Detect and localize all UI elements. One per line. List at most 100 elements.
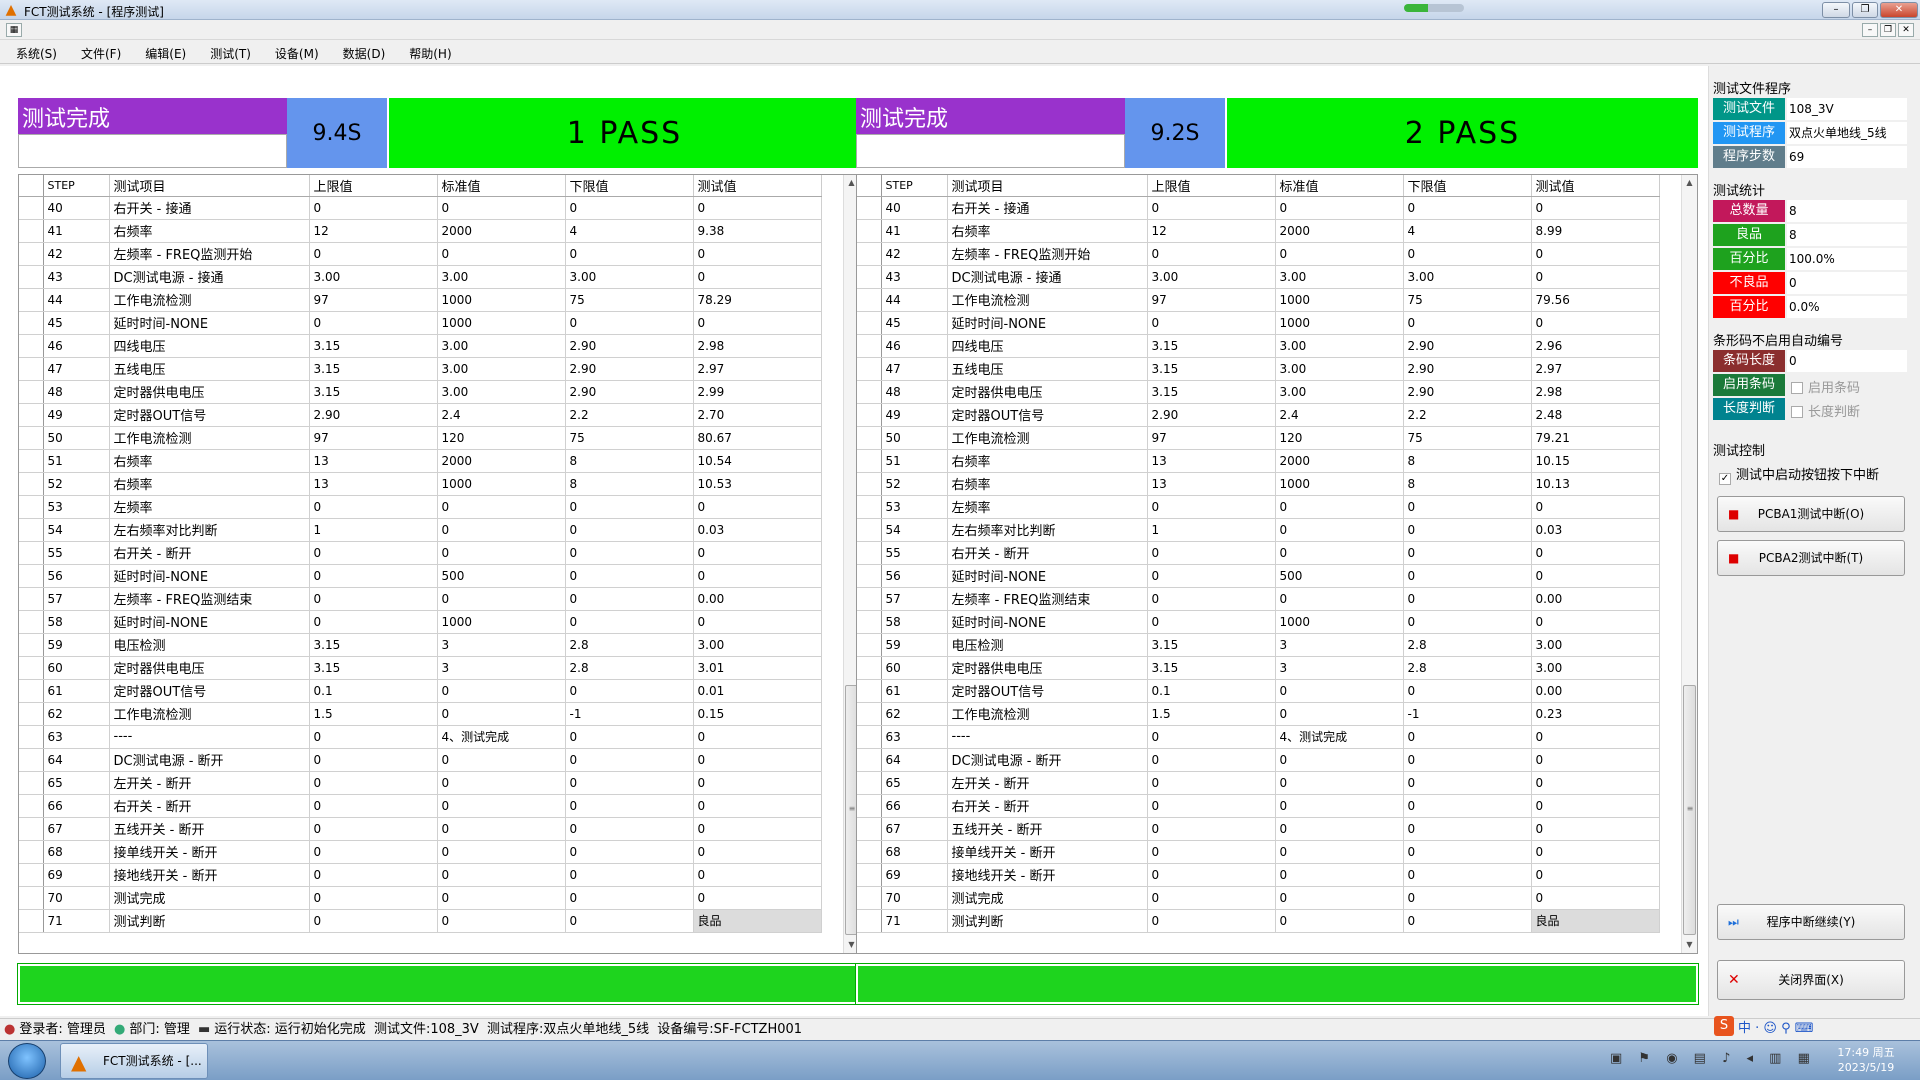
pcba1-interrupt-button[interactable]: ■ PCBA1测试中断(O) xyxy=(1717,496,1905,532)
row-header[interactable] xyxy=(857,840,882,864)
table-row[interactable]: 62 工作电流检测 1.5 0 -1 0.15 xyxy=(19,702,822,726)
tray-icons[interactable]: ▣ ⚑ ◉ ▤ ♪ ◂ ▥ ▦ xyxy=(1610,1051,1816,1066)
row-header[interactable] xyxy=(19,863,44,887)
clock[interactable]: 17:49 周五 2023/5/19 xyxy=(1836,1045,1896,1075)
row-header[interactable] xyxy=(857,357,882,381)
table-row[interactable]: 40 右开关 - 接通 0 0 0 0 xyxy=(19,196,822,220)
column-header[interactable]: STEP xyxy=(881,175,948,197)
table-row[interactable]: 59 电压检测 3.15 3 2.8 3.00 xyxy=(857,633,1660,657)
length-check-checkbox[interactable]: 长度判断 xyxy=(1791,401,1860,420)
row-header[interactable] xyxy=(19,748,44,772)
row-header[interactable] xyxy=(19,840,44,864)
table-row[interactable]: 69 接地线开关 - 断开 0 0 0 0 xyxy=(19,863,822,887)
table-row[interactable]: 67 五线开关 - 断开 0 0 0 0 xyxy=(19,817,822,841)
row-header[interactable] xyxy=(857,771,882,795)
table-row[interactable]: 69 接地线开关 - 断开 0 0 0 0 xyxy=(857,863,1660,887)
column-header[interactable]: 上限值 xyxy=(309,175,438,197)
column-header[interactable]: 测试值 xyxy=(1531,175,1660,197)
table-row[interactable]: 66 右开关 - 断开 0 0 0 0 xyxy=(19,794,822,818)
table-row[interactable]: 40 右开关 - 接通 0 0 0 0 xyxy=(857,196,1660,220)
column-header[interactable]: 测试项目 xyxy=(109,175,310,197)
row-header[interactable] xyxy=(857,311,882,335)
row-header[interactable] xyxy=(857,610,882,634)
table-row[interactable]: 55 右开关 - 断开 0 0 0 0 xyxy=(19,541,822,565)
table-row[interactable]: 63 ---- 0 4、测试完成 0 0 xyxy=(19,725,822,749)
ime-logo-icon[interactable]: S xyxy=(1714,1016,1734,1036)
row-header[interactable] xyxy=(19,426,44,450)
row-header[interactable] xyxy=(857,265,882,289)
table-row[interactable]: 68 接单线开关 - 断开 0 0 0 0 xyxy=(857,840,1660,864)
table-row[interactable]: 68 接单线开关 - 断开 0 0 0 0 xyxy=(19,840,822,864)
row-header[interactable] xyxy=(19,518,44,542)
row-header[interactable] xyxy=(857,495,882,519)
column-header[interactable]: 测试值 xyxy=(693,175,822,197)
row-header[interactable] xyxy=(857,518,882,542)
table-row[interactable]: 71 测试判断 0 0 0 良品 xyxy=(857,909,1660,933)
row-header[interactable] xyxy=(19,403,44,427)
table-row[interactable]: 57 左频率 - FREQ监测结束 0 0 0 0.00 xyxy=(857,587,1660,611)
table-row[interactable]: 43 DC测试电源 - 接通 3.00 3.00 3.00 0 xyxy=(19,265,822,289)
row-header[interactable] xyxy=(19,909,44,933)
row-header[interactable] xyxy=(19,794,44,818)
row-header[interactable] xyxy=(857,564,882,588)
row-header[interactable] xyxy=(857,288,882,312)
menu-file[interactable]: 文件(F) xyxy=(65,42,129,62)
row-header[interactable] xyxy=(19,242,44,266)
mdi-system-icon[interactable]: ▦ xyxy=(6,23,22,37)
table-row[interactable]: 58 延时时间-NONE 0 1000 0 0 xyxy=(857,610,1660,634)
menu-system[interactable]: 系统(S) xyxy=(0,42,65,62)
row-header[interactable] xyxy=(19,288,44,312)
table-row[interactable]: 70 测试完成 0 0 0 0 xyxy=(19,886,822,910)
column-header[interactable]: 标准值 xyxy=(1275,175,1404,197)
table-row[interactable]: 45 延时时间-NONE 0 1000 0 0 xyxy=(19,311,822,335)
row-header[interactable] xyxy=(19,679,44,703)
table-row[interactable]: 42 左频率 - FREQ监测开始 0 0 0 0 xyxy=(19,242,822,266)
row-header[interactable] xyxy=(857,633,882,657)
row-header[interactable] xyxy=(19,633,44,657)
menu-data[interactable]: 数据(D) xyxy=(327,42,394,62)
row-header[interactable] xyxy=(19,472,44,496)
table-row[interactable]: 54 左右频率对比判断 1 0 0 0.03 xyxy=(19,518,822,542)
scroll-down-icon[interactable]: ▼ xyxy=(1682,937,1697,953)
scroll-up-icon[interactable]: ▲ xyxy=(1682,175,1697,191)
station-2-grid[interactable]: STEP 测试项目 上限值 标准值 下限值 测试值 40 右开关 - 接通 0 0 0 0 41 右频率 1… xyxy=(856,174,1698,954)
station-1-grid[interactable]: STEP 测试项目 上限值 标准值 下限值 测试值 40 右开关 - 接通 0 0 0 0 41 右频率 1… xyxy=(18,174,860,954)
scroll-thumb[interactable]: ≡ xyxy=(1683,685,1696,935)
row-header[interactable] xyxy=(857,472,882,496)
table-row[interactable]: 65 左开关 - 断开 0 0 0 0 xyxy=(857,771,1660,795)
row-header[interactable] xyxy=(19,725,44,749)
table-row[interactable]: 61 定时器OUT信号 0.1 0 0 0.01 xyxy=(19,679,822,703)
table-row[interactable]: 58 延时时间-NONE 0 1000 0 0 xyxy=(19,610,822,634)
row-header[interactable] xyxy=(857,909,882,933)
row-header[interactable] xyxy=(857,725,882,749)
restore-button[interactable]: ❐ xyxy=(1852,2,1878,18)
table-row[interactable]: 70 测试完成 0 0 0 0 xyxy=(857,886,1660,910)
menu-edit[interactable]: 编辑(E) xyxy=(129,42,194,62)
close-interface-button[interactable]: ✕ 关闭界面(X) xyxy=(1717,960,1905,1000)
row-header[interactable] xyxy=(19,196,44,220)
mdi-restore-button[interactable]: ❐ xyxy=(1880,23,1896,37)
table-row[interactable]: 51 右频率 13 2000 8 10.54 xyxy=(19,449,822,473)
row-header[interactable] xyxy=(857,403,882,427)
table-row[interactable]: 52 右频率 13 1000 8 10.13 xyxy=(857,472,1660,496)
column-header[interactable]: 标准值 xyxy=(437,175,566,197)
row-header[interactable] xyxy=(19,564,44,588)
pcba2-interrupt-button[interactable]: ■ PCBA2测试中断(T) xyxy=(1717,540,1905,576)
table-row[interactable]: 51 右频率 13 2000 8 10.15 xyxy=(857,449,1660,473)
row-header[interactable] xyxy=(857,863,882,887)
table-row[interactable]: 53 左频率 0 0 0 0 xyxy=(857,495,1660,519)
column-header[interactable]: 测试项目 xyxy=(947,175,1148,197)
table-row[interactable]: 49 定时器OUT信号 2.90 2.4 2.2 2.48 xyxy=(857,403,1660,427)
table-row[interactable]: 62 工作电流检测 1.5 0 -1 0.23 xyxy=(857,702,1660,726)
row-header[interactable] xyxy=(857,587,882,611)
row-header[interactable] xyxy=(857,748,882,772)
row-header[interactable] xyxy=(19,219,44,243)
table-row[interactable]: 57 左频率 - FREQ监测结束 0 0 0 0.00 xyxy=(19,587,822,611)
column-header[interactable]: STEP xyxy=(43,175,110,197)
table-row[interactable]: 60 定时器供电电压 3.15 3 2.8 3.01 xyxy=(19,656,822,680)
row-header[interactable] xyxy=(19,610,44,634)
table-row[interactable]: 48 定时器供电电压 3.15 3.00 2.90 2.98 xyxy=(857,380,1660,404)
resume-button[interactable]: ⏭ 程序中断继续(Y) xyxy=(1717,904,1905,940)
table-row[interactable]: 41 右频率 12 2000 4 9.38 xyxy=(19,219,822,243)
station-2-scrollbar[interactable]: ▲ ≡ ▼ xyxy=(1681,175,1697,953)
